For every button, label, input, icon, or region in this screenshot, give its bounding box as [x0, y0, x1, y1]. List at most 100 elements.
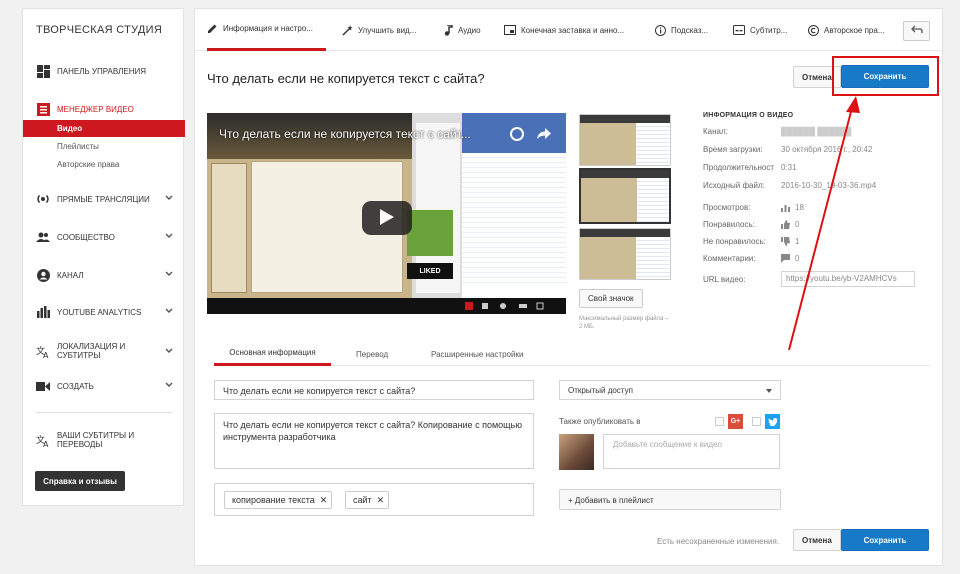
info-label: URL видео: [703, 275, 746, 284]
twitter-icon[interactable] [765, 414, 780, 429]
title-input[interactable]: Что делать если не копируется текст с са… [214, 380, 534, 400]
avatar [559, 434, 594, 470]
info-label: Время загрузки: [703, 145, 763, 154]
tab-label: Аудио [458, 25, 481, 35]
remove-tag-icon[interactable]: ✕ [320, 495, 328, 506]
nav-create[interactable]: СОЗДАТЬ [23, 375, 185, 397]
svg-text:A: A [43, 351, 49, 358]
tab-audio[interactable]: Аудио [444, 9, 481, 51]
thumbnail-option[interactable] [579, 114, 671, 166]
tab-label: Информация и настро... [223, 24, 313, 33]
info-value: 18 [795, 203, 804, 212]
thumb-band [580, 115, 670, 123]
music-note-icon [444, 24, 453, 36]
description-textarea[interactable]: Что делать если не копируется текст с са… [214, 413, 534, 469]
editor-tabs: Информация и настро... Улучшить вид... А… [195, 9, 944, 51]
thumbs-up-icon [781, 220, 790, 231]
subtab-translation[interactable]: Перевод [356, 342, 388, 366]
studio-title: ТВОРЧЕСКАЯ СТУДИЯ [36, 24, 163, 36]
translate-icon: 文A [36, 344, 50, 358]
privacy-select[interactable]: Открытый доступ [559, 380, 781, 400]
tag-chip: копирование текста ✕ [224, 491, 333, 509]
share-message-textarea[interactable]: Добавьте сообщение к видео [603, 434, 780, 469]
tab-cards[interactable]: Подсказ... [655, 9, 708, 51]
nav-localization-label: ЛОКАЛИЗАЦИЯ И СУБТИТРЫ [57, 342, 126, 360]
nav-localization[interactable]: 文A ЛОКАЛИЗАЦИЯ И СУБТИТРЫ [23, 338, 185, 364]
info-label: Не понравилось: [703, 237, 766, 246]
tags-input[interactable]: копирование текста ✕ сайт ✕ [214, 483, 534, 516]
watch-later-icon[interactable] [510, 127, 524, 141]
tab-copyright[interactable]: Авторское пра... [808, 9, 885, 51]
end-screen-icon [504, 25, 516, 35]
main-panel: Информация и настро... Улучшить вид... А… [194, 8, 944, 566]
chevron-down-icon [165, 307, 173, 316]
tab-info-settings[interactable]: Информация и настро... [207, 9, 326, 51]
info-label: Понравилось: [703, 220, 755, 229]
sidebar-divider [35, 412, 173, 413]
video-info-heading: ИНФОРМАЦИЯ О ВИДЕО [703, 112, 794, 119]
tag-label: сайт [353, 495, 372, 505]
sub-item-copyright[interactable]: Авторские права [23, 156, 185, 173]
thumb-band [580, 229, 670, 237]
tab-end-screen[interactable]: Конечная заставка и анно... [504, 9, 624, 51]
sub-item-videos[interactable]: Видео [23, 120, 185, 137]
comment-icon [781, 254, 790, 265]
nav-analytics[interactable]: YOUTUBE ANALYTICS [23, 301, 185, 323]
channel-icon [36, 268, 50, 282]
copyright-icon [808, 24, 819, 36]
twitter-checkbox[interactable] [752, 417, 761, 426]
thumb-band [581, 170, 669, 178]
thumbnail-option[interactable] [579, 228, 671, 280]
video-frame-code [462, 153, 566, 283]
sub-item-playlists[interactable]: Плейлисты [23, 138, 185, 155]
info-duration: Продолжительност 0:31 [703, 163, 933, 177]
info-value: 30 октября 2016 г., 20:42 [781, 145, 873, 154]
info-label: Комментарии: [703, 254, 756, 263]
info-label: Продолжительност [703, 163, 775, 172]
info-channel: Канал: ██████ ██████ [703, 127, 933, 141]
cancel-button-bottom[interactable]: Отмена [793, 529, 841, 551]
nav-dashboard[interactable]: ПАНЕЛЬ УПРАВЛЕНИЯ [23, 60, 185, 82]
nav-live-label: ПРЯМЫЕ ТРАНСЛЯЦИИ [57, 194, 150, 204]
chevron-down-icon [165, 270, 173, 279]
tab-subtitles[interactable]: Субтитр... [733, 9, 787, 51]
tab-label: Улучшить вид... [358, 25, 417, 35]
page-title: Что делать если не копируется текст с са… [207, 71, 485, 86]
info-value: 0:31 [781, 163, 797, 172]
nav-video-manager[interactable]: МЕНЕДЖЕР ВИДЕО [23, 98, 185, 120]
video-url-field[interactable]: https://youtu.be/yb-V2AMHCVs [781, 271, 915, 287]
nav-channel[interactable]: КАНАЛ [23, 264, 185, 286]
nav-live[interactable]: ПРЯМЫЕ ТРАНСЛЯЦИИ [23, 188, 185, 210]
info-comments: Комментарии: 0 [703, 254, 933, 268]
play-button[interactable] [362, 201, 412, 235]
share-icon[interactable] [537, 128, 551, 143]
back-button[interactable] [903, 21, 930, 41]
subtab-advanced[interactable]: Расширенные настройки [431, 342, 523, 366]
info-views: Просмотров: 18 [703, 203, 933, 217]
save-button-bottom[interactable]: Сохранить [841, 529, 929, 551]
info-value: 0 [795, 254, 800, 263]
nav-video-manager-label: МЕНЕДЖЕР ВИДЕО [57, 104, 134, 114]
add-to-playlist-button[interactable]: + Добавить в плейлист [559, 489, 781, 510]
svg-text:A: A [43, 440, 49, 447]
player-controls-icons [465, 302, 544, 310]
subtab-basic-info[interactable]: Основная информация [214, 342, 331, 366]
remove-tag-icon[interactable]: ✕ [377, 495, 385, 506]
google-plus-icon[interactable]: G+ [728, 414, 743, 429]
custom-thumbnail-button[interactable]: Свой значок [579, 289, 643, 308]
pencil-icon [207, 23, 218, 34]
gplus-checkbox[interactable] [715, 417, 724, 426]
info-source-file: Исходный файл: 2016-10-30_19-03-36.mp4 [703, 181, 933, 195]
tab-enhancements[interactable]: Улучшить вид... [342, 9, 416, 51]
thumbnail-option-selected[interactable] [579, 168, 671, 224]
nav-your-subtitles[interactable]: 文A ВАШИ СУБТИТРЫ И ПЕРЕВОДЫ [23, 427, 185, 453]
privacy-value: Открытый доступ [568, 386, 633, 395]
tag-chip: сайт ✕ [345, 491, 390, 509]
help-feedback-button[interactable]: Справка и отзывы [35, 471, 125, 491]
also-publish-label: Также опубликовать в [559, 417, 641, 426]
video-player[interactable]: LIKED Что делать если не копируется текс… [207, 113, 566, 314]
player-controls[interactable] [207, 298, 566, 314]
nav-community[interactable]: СООБЩЕСТВО [23, 226, 185, 248]
unsaved-changes-text: Есть несохраненные изменения. [657, 537, 780, 546]
community-icon [36, 230, 50, 244]
